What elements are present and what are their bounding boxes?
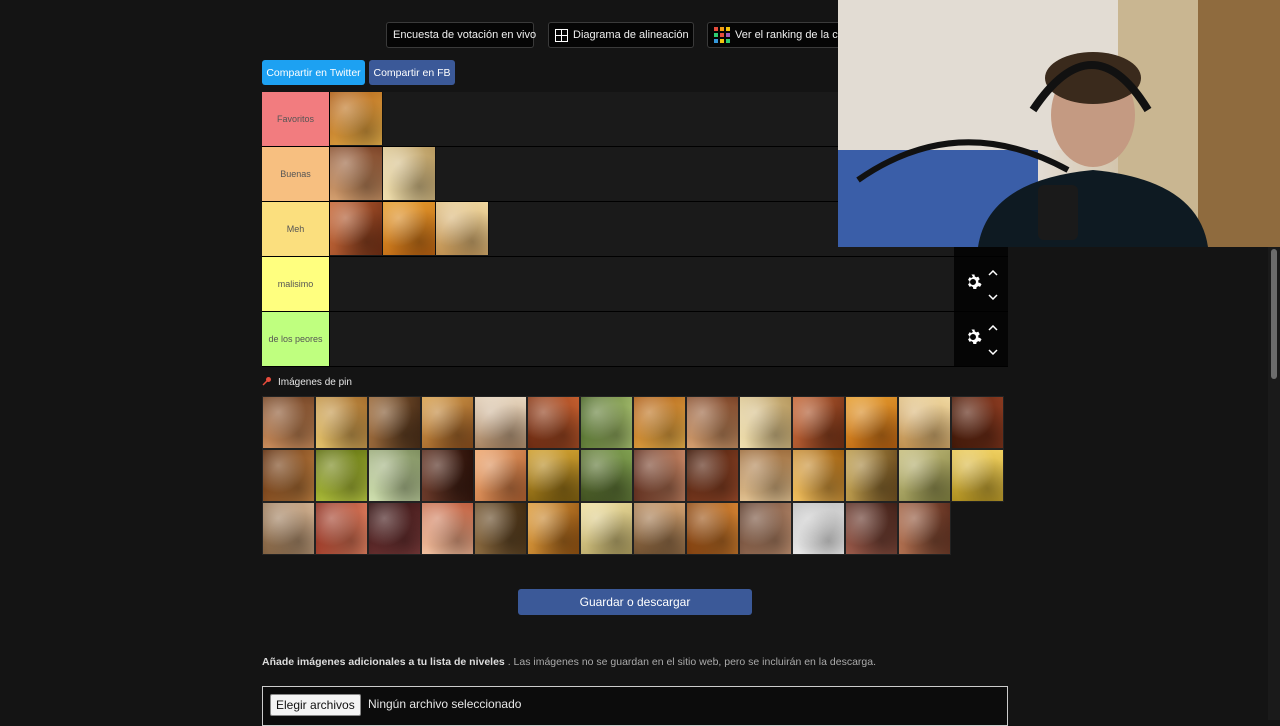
pool-image[interactable] [474, 502, 527, 555]
tier-controls [954, 257, 1008, 311]
pool-image[interactable] [315, 502, 368, 555]
image-pool [262, 396, 1010, 555]
tier-row: de los peores [262, 312, 1008, 367]
pool-image[interactable] [368, 502, 421, 555]
pool-image[interactable] [898, 449, 951, 502]
page-scrollbar[interactable] [1268, 247, 1280, 720]
pool-image[interactable] [739, 449, 792, 502]
share-facebook-label: Compartir en FB [373, 66, 451, 79]
gear-icon[interactable] [964, 328, 982, 351]
save-download-label: Guardar o descargar [579, 595, 691, 609]
choose-files-label: Elegir archivos [276, 698, 355, 712]
file-input-box: Elegir archivos Ningún archivo seleccion… [262, 686, 1008, 726]
pool-image[interactable] [421, 449, 474, 502]
pool-image[interactable] [580, 396, 633, 449]
pool-image[interactable] [368, 396, 421, 449]
pool-image[interactable] [315, 396, 368, 449]
tier-label[interactable]: de los peores [262, 312, 330, 366]
share-twitter-button[interactable]: Compartir en Twitter [262, 60, 365, 85]
pool-image[interactable] [527, 449, 580, 502]
chevron-up-icon[interactable] [988, 263, 998, 281]
tier-image[interactable] [330, 147, 383, 200]
pool-image[interactable] [792, 449, 845, 502]
alignment-chart-button[interactable]: Diagrama de alineación [548, 22, 694, 48]
tier-label[interactable]: Meh [262, 202, 330, 256]
pool-image[interactable] [421, 502, 474, 555]
pool-image[interactable] [898, 396, 951, 449]
gear-icon[interactable] [964, 273, 982, 296]
add-images-note: . Las imágenes no se guardan en el sitio… [507, 656, 876, 668]
pinned-images-header: Imágenes de pin [262, 376, 352, 389]
file-status: Ningún archivo seleccionado [368, 697, 522, 711]
choose-files-button[interactable]: Elegir archivos [270, 694, 361, 716]
tier-image[interactable] [330, 92, 383, 145]
tier-label[interactable]: Buenas [262, 147, 330, 201]
tier-items[interactable] [330, 312, 954, 366]
pool-image[interactable] [580, 449, 633, 502]
pool-image[interactable] [262, 396, 315, 449]
pool-image[interactable] [315, 449, 368, 502]
pool-image[interactable] [474, 449, 527, 502]
pool-image[interactable] [580, 502, 633, 555]
pool-image[interactable] [845, 396, 898, 449]
view-ranking-label: Ver el ranking de la co [735, 29, 844, 41]
tier-items[interactable] [330, 257, 954, 311]
pool-image[interactable] [633, 502, 686, 555]
colorful-grid-icon [714, 27, 730, 43]
pool-image[interactable] [527, 502, 580, 555]
webcam-scene [838, 0, 1280, 247]
view-ranking-button[interactable]: Ver el ranking de la co [707, 22, 847, 48]
pool-image[interactable] [421, 396, 474, 449]
tier-label[interactable]: Favoritos [262, 92, 330, 146]
pool-image[interactable] [527, 396, 580, 449]
pool-image[interactable] [368, 449, 421, 502]
tier-row: malisimo [262, 257, 1008, 312]
pool-image[interactable] [951, 396, 1004, 449]
pool-image[interactable] [633, 449, 686, 502]
pool-image[interactable] [739, 502, 792, 555]
pool-image[interactable] [845, 449, 898, 502]
alignment-chart-label: Diagrama de alineación [573, 29, 689, 41]
tier-image[interactable] [383, 202, 436, 255]
pool-image[interactable] [739, 396, 792, 449]
share-facebook-button[interactable]: Compartir en FB [369, 60, 455, 85]
pool-image[interactable] [845, 502, 898, 555]
scrollbar-thumb[interactable] [1271, 249, 1277, 379]
tier-controls [954, 312, 1008, 366]
pool-image[interactable] [792, 396, 845, 449]
grid-icon [555, 28, 568, 42]
tier-image[interactable] [436, 202, 489, 255]
tier-image[interactable] [330, 202, 383, 255]
pool-image[interactable] [474, 396, 527, 449]
pinned-images-label: Imágenes de pin [278, 377, 352, 388]
share-twitter-label: Compartir en Twitter [266, 66, 361, 79]
pool-image[interactable] [633, 396, 686, 449]
add-images-text: Añade imágenes adicionales a tu lista de… [262, 656, 876, 668]
tier-image[interactable] [383, 147, 436, 200]
chevron-down-icon[interactable] [988, 342, 998, 360]
live-poll-button[interactable]: Encuesta de votación en vivo [386, 22, 537, 48]
pool-image[interactable] [686, 502, 739, 555]
save-download-button[interactable]: Guardar o descargar [518, 589, 752, 615]
chevron-up-icon[interactable] [988, 318, 998, 336]
pin-icon [262, 376, 272, 389]
pool-image[interactable] [686, 396, 739, 449]
pool-image[interactable] [262, 502, 315, 555]
live-poll-label: Encuesta de votación en vivo [393, 29, 537, 41]
chevron-down-icon[interactable] [988, 287, 998, 305]
webcam-overlay [838, 0, 1280, 247]
pool-image[interactable] [898, 502, 951, 555]
tier-label[interactable]: malisimo [262, 257, 330, 311]
pool-image[interactable] [262, 449, 315, 502]
pool-image[interactable] [686, 449, 739, 502]
add-images-title: Añade imágenes adicionales a tu lista de… [262, 656, 505, 668]
pool-image[interactable] [951, 449, 1004, 502]
pool-image[interactable] [792, 502, 845, 555]
